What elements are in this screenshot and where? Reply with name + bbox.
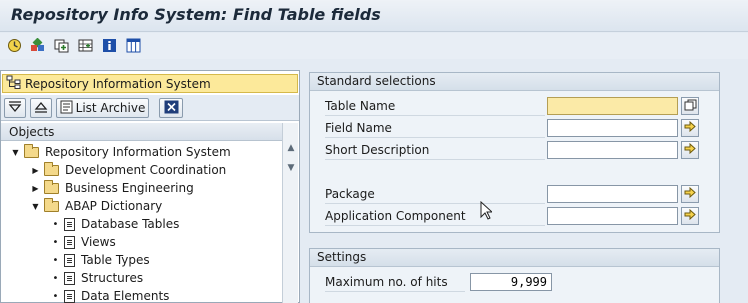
collapse-all-button[interactable] [30, 98, 52, 118]
columns-icon[interactable] [125, 37, 142, 54]
folder-icon [44, 179, 59, 194]
archive-icon [60, 100, 73, 117]
tree-node-database-tables[interactable]: • Database Tables [51, 215, 180, 233]
info-icon[interactable] [101, 37, 118, 54]
folder-icon [44, 161, 59, 176]
bullet-icon: • [52, 272, 59, 284]
objects-column-header: Objects [1, 123, 282, 141]
close-navigator-button[interactable] [159, 98, 183, 118]
tree-node-label: Database Tables [81, 217, 180, 231]
document-icon [64, 271, 75, 285]
settings-title: Settings [310, 249, 719, 267]
navigator-scrollbar[interactable]: ▲ ▼ [282, 123, 298, 303]
tree-node-development-coordination[interactable]: ▶ Development Coordination [31, 161, 226, 179]
tree-node-label: Structures [81, 271, 144, 285]
field-underline [325, 225, 545, 226]
collapse-icon [34, 101, 48, 116]
tree-node-label: Data Elements [81, 289, 170, 303]
tree-node-label: Table Types [81, 253, 150, 267]
max-hits-label: Maximum no. of hits [325, 275, 448, 289]
document-icon [64, 217, 75, 231]
short-description-multiple-selection-button[interactable] [681, 141, 699, 159]
settings-group: Settings Maximum no. of hits [309, 248, 720, 303]
tree-node-table-types[interactable]: • Table Types [51, 251, 150, 269]
tree-node-business-engineering[interactable]: ▶ Business Engineering [31, 179, 194, 197]
application-component-label: Application Component [325, 209, 466, 223]
application-component-multiple-selection-button[interactable] [681, 207, 699, 225]
field-underline [325, 159, 545, 160]
arrow-right-icon [684, 208, 696, 223]
scroll-down-icon[interactable]: ▼ [286, 163, 296, 173]
table-name-input[interactable] [547, 97, 678, 115]
standard-selections-title: Standard selections [310, 73, 719, 91]
bullet-icon: • [52, 254, 59, 266]
multiple-selection-button[interactable] [681, 97, 699, 115]
other-object-icon[interactable] [29, 37, 46, 54]
collapsed-arrow-icon[interactable]: ▶ [31, 166, 40, 175]
application-component-input[interactable] [547, 207, 678, 225]
collapsed-arrow-icon[interactable]: ▶ [31, 184, 40, 193]
tree-node-label: Views [81, 235, 116, 249]
multiple-selection-icon [684, 99, 697, 114]
title-bar: Repository Info System: Find Table field… [0, 0, 748, 32]
tree-node-label: Development Coordination [65, 163, 227, 177]
folder-icon [24, 143, 39, 158]
page-title: Repository Info System: Find Table field… [11, 5, 381, 24]
list-archive-label: List Archive [75, 101, 146, 115]
document-icon [64, 235, 75, 249]
package-multiple-selection-button[interactable] [681, 185, 699, 203]
tree-node-repository-information-system[interactable]: ▼ Repository Information System [11, 143, 231, 161]
field-name-multiple-selection-button[interactable] [681, 119, 699, 137]
package-label: Package [325, 187, 375, 201]
tree-node-structures[interactable]: • Structures [51, 269, 144, 287]
field-underline [325, 203, 545, 204]
arrow-right-icon [684, 186, 696, 201]
close-icon [164, 100, 179, 117]
expanded-arrow-icon[interactable]: ▼ [11, 148, 20, 157]
tree-node-label: Business Engineering [65, 181, 194, 195]
field-name-label: Field Name [325, 121, 392, 135]
navigator-title: Repository Information System [25, 76, 211, 91]
document-icon [64, 289, 75, 303]
tree-node-views[interactable]: • Views [51, 233, 116, 251]
tree-node-label: Repository Information System [45, 145, 231, 159]
all-selections-icon[interactable] [53, 37, 70, 54]
bullet-icon: • [52, 236, 59, 248]
table-name-label: Table Name [325, 99, 396, 113]
bullet-icon: • [52, 290, 59, 302]
short-description-label: Short Description [325, 143, 430, 157]
folder-icon [44, 197, 59, 212]
package-input[interactable] [547, 185, 678, 203]
tree-node-data-elements[interactable]: • Data Elements [51, 287, 170, 303]
field-underline [325, 115, 545, 116]
navigator-toolbar: List Archive [1, 95, 299, 121]
repository-navigator: Repository Information System List Archi… [0, 70, 300, 303]
mouse-pointer-icon [480, 200, 494, 221]
execute-icon[interactable] [6, 37, 23, 54]
bullet-icon: • [52, 218, 59, 230]
expand-all-button[interactable] [4, 98, 26, 118]
field-name-input[interactable] [547, 119, 678, 137]
list-archive-button[interactable]: List Archive [56, 98, 149, 118]
max-hits-input[interactable] [470, 273, 552, 291]
tree-node-abap-dictionary[interactable]: ▼ ABAP Dictionary [31, 197, 162, 215]
standard-selections-group: Standard selections Table Name Field Nam… [309, 72, 720, 233]
arrow-right-icon [684, 120, 696, 135]
navigator-header: Repository Information System [2, 74, 298, 93]
arrow-right-icon [684, 142, 696, 157]
field-underline [325, 291, 465, 292]
field-underline [325, 137, 545, 138]
scroll-up-icon[interactable]: ▲ [286, 143, 296, 153]
document-icon [64, 253, 75, 267]
tree-node-label: ABAP Dictionary [65, 199, 163, 213]
insert-line-icon[interactable] [77, 37, 94, 54]
short-description-input[interactable] [547, 141, 678, 159]
application-toolbar [0, 33, 748, 59]
expanded-arrow-icon[interactable]: ▼ [31, 202, 40, 211]
hierarchy-icon [6, 75, 22, 92]
expand-icon [8, 100, 22, 116]
